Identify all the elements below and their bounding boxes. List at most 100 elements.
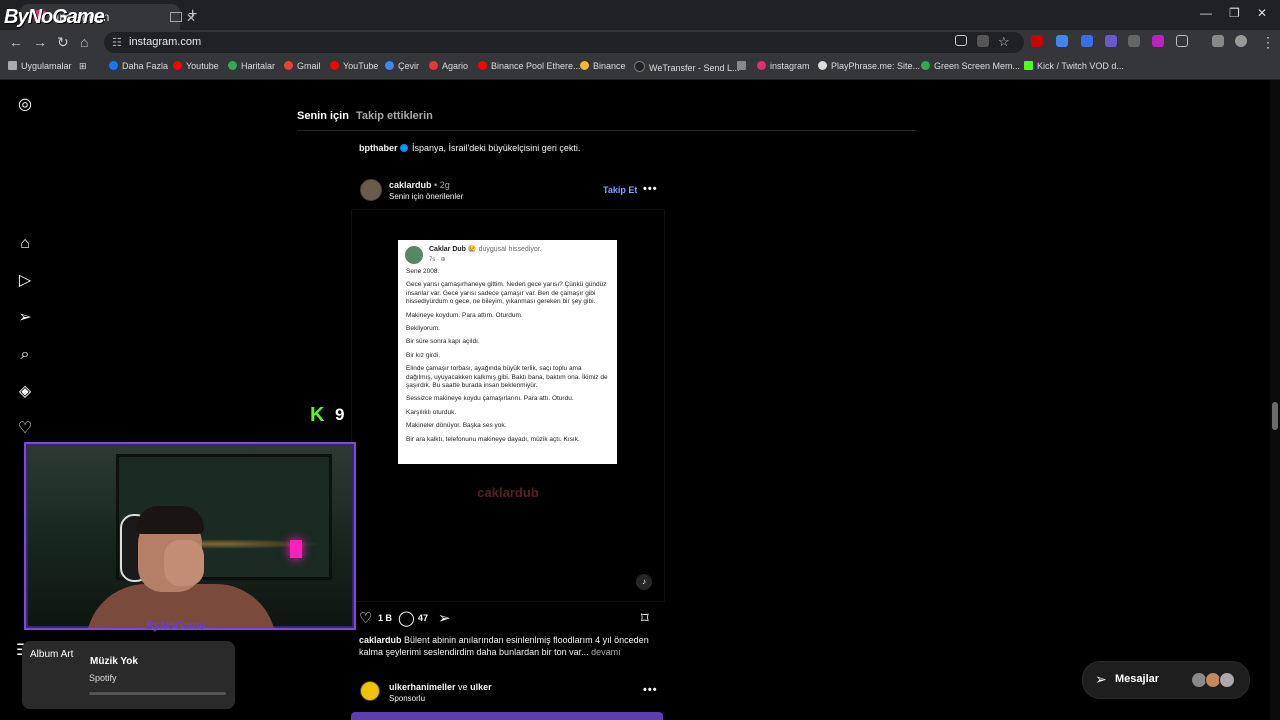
sponsored-media[interactable]	[351, 712, 663, 720]
bookmark-item[interactable]: WeTransfer - Send L...	[634, 61, 740, 73]
bookmark-label: Green Screen Mem...	[934, 61, 1021, 71]
share-icon[interactable]: ➢	[438, 609, 451, 627]
bookmark-label: YouTube	[343, 61, 379, 71]
maximize-icon[interactable]: ❐	[1229, 6, 1240, 20]
post-avatar[interactable]	[360, 179, 382, 201]
bookmark-label: PlayPhrase.me: Site...	[831, 61, 921, 71]
bookmark-item[interactable]: Uygulamalar	[8, 61, 72, 71]
direct-messages-icon[interactable]: ➢	[16, 309, 34, 327]
pen-extension-icon[interactable]	[1105, 35, 1117, 47]
like-heart-icon[interactable]: ♡	[359, 609, 372, 627]
browser-toolbar: ← → ↻ ⌂ ☷ instagram.com ☆ ⋮	[0, 30, 1280, 55]
save-bookmark-icon[interactable]: ⌑	[641, 609, 649, 627]
card-paragraph: Makineye koydum. Para attım. Oturdum.	[406, 311, 523, 319]
screenshot-extension-icon[interactable]	[1128, 35, 1140, 47]
translate-extension-icon[interactable]	[1056, 35, 1068, 47]
bookmark-item[interactable]: Binance	[580, 61, 626, 71]
bookmark-item[interactable]: Gmail	[284, 61, 321, 71]
bookmark-item[interactable]: PlayPhrase.me: Site...	[818, 61, 920, 71]
tab-for-you[interactable]: Senin için	[297, 110, 349, 122]
follow-button[interactable]: Takip Et	[603, 185, 637, 195]
install-app-icon[interactable]	[955, 35, 967, 46]
bookmark-item[interactable]: Youtube	[173, 61, 219, 71]
previous-post-caption: bpthaber İspanya, İsrail'deki büyükelçis…	[359, 143, 580, 153]
post-username[interactable]: caklardub • 2g	[389, 180, 450, 190]
sponsored-users: ulkerhanimeller ve ulker	[389, 682, 492, 692]
caption-username[interactable]: caklardub	[359, 635, 402, 645]
bookmark-item[interactable]: Haritalar	[228, 61, 275, 71]
bookmark-item[interactable]: instagram	[757, 61, 810, 71]
forward-icon[interactable]: →	[33, 34, 47, 50]
window-close-icon[interactable]: ✕	[1257, 6, 1267, 20]
bookmark-grid-icon[interactable]: ⊞	[79, 61, 87, 72]
sponsored-user-2[interactable]: ulker	[470, 682, 492, 692]
bookmark-item[interactable]: YouTube	[330, 61, 378, 71]
page-scrollbar[interactable]	[1270, 80, 1280, 720]
track-source: Spotify	[89, 673, 117, 683]
tab-following[interactable]: Takip ettiklerin	[356, 110, 433, 122]
media-control-icon[interactable]	[1212, 35, 1224, 47]
notifications-heart-icon[interactable]: ♡	[16, 420, 34, 438]
kick-viewer-count: 9	[335, 405, 345, 424]
url-text[interactable]: instagram.com	[129, 36, 201, 48]
like-count[interactable]: 1 B	[378, 613, 392, 623]
post-suggested-label: Senin için önerilenler	[389, 192, 464, 201]
caption-username[interactable]: bpthaber	[359, 143, 398, 153]
binance-icon	[580, 61, 589, 70]
bookmark-item[interactable]: Binance Pool Ethere...	[478, 61, 581, 71]
bookmark-item[interactable]: Agario	[429, 61, 468, 71]
post-media[interactable]: Caklar Dub 😢 duygusal hissediyor. 7s · ⊕…	[351, 209, 665, 602]
sponsored-joiner: ve	[458, 682, 468, 692]
agario-icon	[429, 61, 438, 70]
bookmark-item[interactable]: Çevir	[385, 61, 419, 71]
bookmark-item[interactable]	[737, 61, 750, 71]
caption-more-link[interactable]: devamı	[591, 647, 621, 657]
bookmark-item[interactable]: Daha Fazla	[109, 61, 168, 71]
extensions-puzzle-icon[interactable]	[1176, 35, 1188, 47]
new-tab-button[interactable]: +	[188, 6, 197, 24]
profile-avatar[interactable]	[1235, 35, 1247, 47]
explore-compass-icon[interactable]: ◈	[16, 383, 34, 401]
card-paragraph: Bekliyorum.	[406, 325, 440, 333]
streamer-hand	[164, 540, 204, 586]
minimize-icon[interactable]: —	[1200, 6, 1212, 20]
tracking-protection-icon[interactable]	[977, 35, 989, 47]
address-bar[interactable]: ☷ instagram.com	[104, 32, 1024, 53]
avatar	[1219, 672, 1235, 688]
bookmark-label: Binance	[593, 61, 626, 71]
gmail-icon	[284, 61, 293, 70]
browser-menu-icon[interactable]: ⋮	[1261, 34, 1275, 51]
reels-icon[interactable]: ▷	[16, 272, 34, 290]
sponsored-avatar[interactable]	[360, 681, 380, 701]
instagram-logo-icon[interactable]: ◎	[16, 96, 34, 114]
bookmark-item[interactable]: Kick / Twitch VOD d...	[1024, 61, 1124, 71]
search-icon[interactable]: ⌕	[16, 346, 34, 364]
card-author: Caklar Dub 😢 duygusal hissediyor.	[429, 245, 542, 253]
playphrase-icon	[818, 61, 827, 70]
more-options-icon[interactable]: •••	[643, 684, 658, 696]
bookmark-item[interactable]: Green Screen Mem...	[921, 61, 1020, 71]
site-info-icon[interactable]: ☷	[112, 36, 122, 49]
home-icon[interactable]: ⌂	[80, 34, 88, 50]
post-time: • 2g	[434, 180, 450, 190]
webcam-overlay	[24, 442, 356, 630]
comment-icon[interactable]: ◯	[398, 609, 415, 627]
scrollbar-thumb[interactable]	[1272, 402, 1278, 430]
extension-new-icon[interactable]	[1031, 35, 1043, 47]
purple-extension-icon[interactable]	[1152, 35, 1164, 47]
sponsored-user-1[interactable]: ulkerhanimeller	[389, 682, 456, 692]
messages-button[interactable]: ➢ Mesajlar	[1082, 661, 1250, 699]
kick-logo-icon: K	[310, 404, 325, 426]
direct-message-icon: ➢	[1095, 671, 1107, 687]
reload-icon[interactable]: ↻	[57, 34, 69, 51]
back-icon[interactable]: ←	[9, 34, 23, 50]
home-icon[interactable]: ⌂	[16, 235, 34, 253]
audio-toggle-icon[interactable]: ♪	[636, 574, 652, 590]
comment-count[interactable]: 47	[418, 613, 428, 623]
playback-progress	[89, 692, 226, 695]
post-username-text[interactable]: caklardub	[389, 180, 432, 190]
more-options-icon[interactable]: •••	[643, 183, 658, 195]
bookmark-star-icon[interactable]: ☆	[998, 34, 1010, 50]
extension-10-icon[interactable]	[1081, 35, 1093, 47]
media-playing-icon[interactable]	[170, 12, 182, 22]
